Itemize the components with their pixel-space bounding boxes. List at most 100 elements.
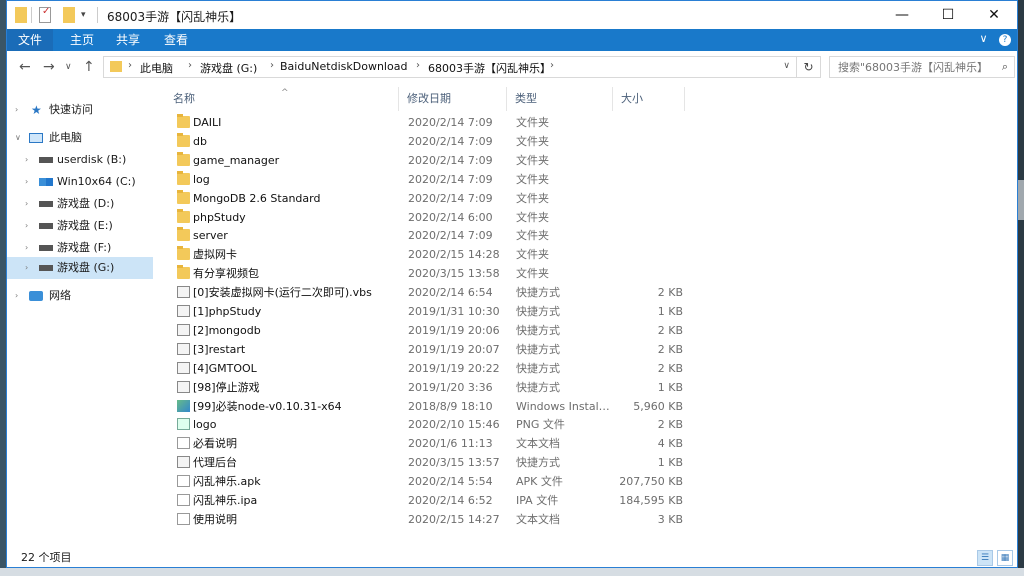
- table-row[interactable]: 闪乱神乐.ipa 2020/2/14 6:52 IPA 文件 184,595 KB: [171, 491, 691, 510]
- file-date: 2020/2/10 15:46: [408, 418, 500, 432]
- table-row[interactable]: 闪乱神乐.apk 2020/2/14 5:54 APK 文件 207,750 KB: [171, 472, 691, 491]
- recent-locations-icon[interactable]: ∨: [65, 62, 72, 72]
- file-date: 2020/2/14 6:00: [408, 210, 493, 224]
- nav-quick-access[interactable]: › ★ 快速访问: [7, 99, 153, 121]
- table-row[interactable]: db 2020/2/14 7:09 文件夹: [171, 132, 691, 151]
- customize-toolbar-icon[interactable]: ▾: [81, 7, 91, 23]
- forward-arrow-icon[interactable]: →: [43, 59, 55, 75]
- nav-network[interactable]: › 网络: [7, 285, 153, 307]
- table-row[interactable]: 必看说明 2020/1/6 11:13 文本文档 4 KB: [171, 434, 691, 453]
- file-list: 名称 ^ 修改日期 类型 大小 DAILI 2020/2/14 7:09 文件夹 db…: [165, 85, 1015, 541]
- search-icon[interactable]: ⌕: [1002, 60, 1008, 74]
- help-icon[interactable]: ?: [999, 34, 1011, 46]
- nav-drive-g[interactable]: › 游戏盘 (G:): [7, 257, 153, 279]
- new-folder-icon[interactable]: [63, 7, 75, 23]
- close-button[interactable]: ✕: [971, 1, 1017, 29]
- column-header-name[interactable]: 名称 ^: [165, 87, 399, 111]
- up-arrow-icon[interactable]: ↑: [83, 59, 95, 75]
- table-row[interactable]: [2]mongodb 2019/1/19 20:06 快捷方式 2 KB: [171, 321, 691, 340]
- nav-drive-f[interactable]: › 游戏盘 (F:): [7, 237, 153, 259]
- chevron-right-icon[interactable]: ›: [270, 60, 274, 71]
- network-icon: [29, 291, 43, 301]
- expand-icon[interactable]: ›: [15, 285, 18, 307]
- nav-this-pc[interactable]: ∨ 此电脑: [7, 127, 153, 149]
- column-header-size[interactable]: 大小: [613, 87, 685, 111]
- table-row[interactable]: server 2020/2/14 7:09 文件夹: [171, 226, 691, 245]
- table-row[interactable]: [0]安装虚拟网卡(运行二次即可).vbs 2020/2/14 6:54 快捷方式 2…: [171, 283, 691, 302]
- expand-icon[interactable]: ›: [25, 215, 28, 237]
- tab-file[interactable]: 文件: [7, 29, 53, 51]
- table-row[interactable]: 使用说明 2020/2/15 14:27 文本文档 3 KB: [171, 510, 691, 529]
- large-icons-view-icon[interactable]: ▦: [997, 550, 1013, 566]
- file-type: 快捷方式: [516, 323, 560, 337]
- file-name: 闪乱神乐.ipa: [193, 494, 258, 507]
- address-dropdown-icon[interactable]: ∨: [783, 61, 790, 71]
- search-input[interactable]: [836, 60, 990, 75]
- column-header-type[interactable]: 类型: [507, 87, 613, 111]
- collapse-icon[interactable]: ∨: [15, 127, 21, 149]
- expand-icon[interactable]: ›: [15, 99, 18, 121]
- expand-icon[interactable]: ›: [25, 193, 28, 215]
- table-row[interactable]: [98]停止游戏 2019/1/20 3:36 快捷方式 1 KB: [171, 378, 691, 397]
- chevron-right-icon[interactable]: ›: [128, 60, 132, 71]
- column-header-date[interactable]: 修改日期: [399, 87, 507, 111]
- chevron-right-icon[interactable]: ›: [550, 60, 554, 71]
- file-type: 文本文档: [516, 512, 560, 526]
- table-row[interactable]: 有分享视频包 2020/3/15 13:58 文件夹: [171, 264, 691, 283]
- table-row[interactable]: [4]GMTOOL 2019/1/19 20:22 快捷方式 2 KB: [171, 359, 691, 378]
- back-arrow-icon[interactable]: ←: [19, 59, 31, 75]
- tab-home[interactable]: 主页: [59, 29, 105, 51]
- minimize-button[interactable]: —: [879, 1, 925, 29]
- refresh-icon[interactable]: ↻: [797, 56, 821, 78]
- table-row[interactable]: MongoDB 2.6 Standard 2020/2/14 7:09 文件夹: [171, 189, 691, 208]
- file-date: 2020/2/14 6:54: [408, 286, 493, 300]
- document-icon: [177, 512, 190, 525]
- table-row[interactable]: [3]restart 2019/1/19 20:07 快捷方式 2 KB: [171, 340, 691, 359]
- shortcut-icon: [177, 380, 190, 393]
- expand-icon[interactable]: ›: [25, 149, 28, 171]
- table-row[interactable]: 虚拟网卡 2020/2/15 14:28 文件夹: [171, 245, 691, 264]
- file-date: 2020/2/15 14:27: [408, 512, 500, 526]
- table-row[interactable]: log 2020/2/14 7:09 文件夹: [171, 170, 691, 189]
- nav-drive-b[interactable]: › userdisk (B:): [7, 149, 153, 171]
- file-type: 文件夹: [516, 172, 549, 186]
- breadcrumb-baidu-download[interactable]: BaiduNetdiskDownload: [280, 60, 407, 73]
- tab-share[interactable]: 共享: [105, 29, 151, 51]
- breadcrumb-this-pc[interactable]: 此电脑: [140, 60, 173, 76]
- table-row[interactable]: 代理后台 2020/3/15 13:57 快捷方式 1 KB: [171, 453, 691, 472]
- file-name: [4]GMTOOL: [193, 361, 257, 375]
- file-name: 必看说明: [193, 437, 237, 451]
- breadcrumb-current-folder[interactable]: 68003手游【闪乱神乐】: [428, 60, 551, 76]
- table-row[interactable]: game_manager 2020/2/14 7:09 文件夹: [171, 151, 691, 170]
- details-view-icon[interactable]: ☰: [977, 550, 993, 566]
- address-bar[interactable]: › 此电脑 › 游戏盘 (G:) › BaiduNetdiskDownload …: [103, 56, 797, 78]
- tab-view[interactable]: 查看: [153, 29, 199, 51]
- file-type: 文件夹: [516, 116, 549, 129]
- expand-icon[interactable]: ›: [25, 237, 28, 259]
- title-bar: ✓ ▾ 68003手游【闪乱神乐】 — ☐ ✕: [7, 1, 1017, 29]
- nav-drive-e[interactable]: › 游戏盘 (E:): [7, 215, 153, 237]
- file-name: [2]mongodb: [193, 323, 261, 337]
- expand-ribbon-icon[interactable]: ∨: [979, 32, 987, 45]
- expand-icon[interactable]: ›: [25, 171, 28, 193]
- nav-drive-d[interactable]: › 游戏盘 (D:): [7, 193, 153, 215]
- nav-drive-c[interactable]: › Win10x64 (C:): [7, 171, 153, 193]
- installer-icon: [177, 399, 190, 412]
- file-type: IPA 文件: [516, 494, 559, 507]
- table-row[interactable]: phpStudy 2020/2/14 6:00 文件夹: [171, 208, 691, 227]
- properties-icon[interactable]: ✓: [39, 6, 51, 23]
- table-row[interactable]: DAILI 2020/2/14 7:09 文件夹: [171, 113, 691, 132]
- file-type: 快捷方式: [516, 380, 560, 394]
- chevron-right-icon[interactable]: ›: [188, 60, 192, 71]
- column-header-label: 名称: [173, 92, 195, 105]
- expand-icon[interactable]: ›: [25, 257, 28, 279]
- table-row[interactable]: logo 2020/2/10 15:46 PNG 文件 2 KB: [171, 415, 691, 434]
- maximize-button[interactable]: ☐: [925, 1, 971, 29]
- search-box[interactable]: ⌕: [829, 56, 1015, 78]
- table-row[interactable]: [1]phpStudy 2019/1/31 10:30 快捷方式 1 KB: [171, 302, 691, 321]
- file-date: 2019/1/19 20:07: [408, 342, 500, 356]
- chevron-right-icon[interactable]: ›: [416, 60, 420, 71]
- breadcrumb-drive-g[interactable]: 游戏盘 (G:): [200, 60, 257, 76]
- windows-drive-icon: [39, 178, 53, 186]
- table-row[interactable]: [99]必装node-v0.10.31-x64 2018/8/9 18:10 Win…: [171, 397, 691, 416]
